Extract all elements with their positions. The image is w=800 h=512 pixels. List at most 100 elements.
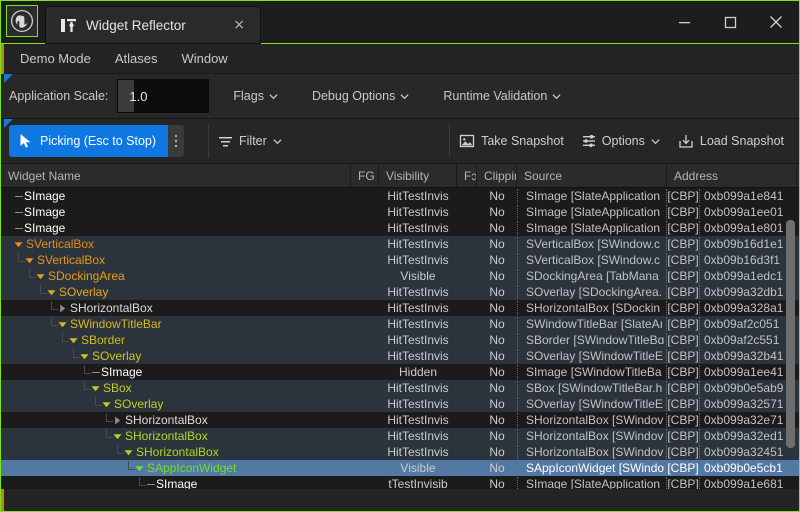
table-row[interactable]: SVerticalBox HitTestInvis No SVerticalBox [… xyxy=(1,252,799,268)
cell-widget-name[interactable]: SImage xyxy=(1,477,351,489)
cell-widget-name[interactable]: SOverlay xyxy=(1,349,351,363)
cell-widget-name[interactable]: SAppIconWidget xyxy=(1,461,351,475)
cell-source[interactable]: SOverlay [SDockingArea. xyxy=(517,285,667,299)
cell-widget-name[interactable]: SHorizontalBox xyxy=(1,301,351,315)
cell-source[interactable]: SHorizontalBox [SWindov xyxy=(517,413,667,427)
table-row[interactable]: SOverlay HitTestInvis No SOverlay [SWindowT… xyxy=(1,396,799,412)
table-row[interactable]: SImage HitTestInvis No SImage [SlateApplica… xyxy=(1,220,799,236)
cell-source[interactable]: SImage [SlateApplication xyxy=(517,477,667,489)
table-row[interactable]: SHorizontalBox HitTestInvis No SHorizontalB… xyxy=(1,300,799,316)
cell-source[interactable]: SBox [SWindowTitleBar.h xyxy=(517,381,667,395)
close-icon[interactable]: × xyxy=(230,16,248,34)
runtime-validation-label: Runtime Validation xyxy=(443,89,548,103)
cell-source[interactable]: SOverlay [SWindowTitleE xyxy=(517,397,667,411)
minimize-button[interactable] xyxy=(661,1,707,43)
cell-widget-name[interactable]: SVerticalBox xyxy=(1,237,351,251)
table-body[interactable]: SImage HitTestInvis No SImage [SlateApplica… xyxy=(1,188,799,489)
menu-item-atlases[interactable]: Atlases xyxy=(104,47,169,70)
table-row[interactable]: SImage HitTestInvis No SImage [SlateApplica… xyxy=(1,188,799,204)
cell-widget-name[interactable]: SHorizontalBox xyxy=(1,413,351,427)
column-header-visibility[interactable]: Visibility xyxy=(379,164,457,187)
column-header-address[interactable]: Address xyxy=(667,164,797,187)
column-header-source[interactable]: Source xyxy=(517,164,667,187)
cell-address: 0xb099a32ed1 xyxy=(704,429,784,443)
load-snapshot-button[interactable]: Load Snapshot xyxy=(669,127,793,155)
table-row[interactable]: SHorizontalBox HitTestInvis No SHorizontalB… xyxy=(1,428,799,444)
picking-options-button[interactable] xyxy=(168,125,185,157)
debug-options-menu-button[interactable]: Debug Options xyxy=(302,83,419,109)
cell-widget-name[interactable]: SHorizontalBox xyxy=(1,429,351,443)
table-row[interactable]: SAppIconWidget Visible No SAppIconWidget [S… xyxy=(1,460,799,476)
table-row[interactable]: SImage HitTestInvis No SImage [SlateApplica… xyxy=(1,204,799,220)
tree-elbow xyxy=(128,461,135,470)
tree-elbow xyxy=(84,381,91,390)
cell-widget-name[interactable]: SImage xyxy=(1,205,351,219)
image-icon xyxy=(459,134,475,148)
cell-widget-name[interactable]: SBorder xyxy=(1,333,351,347)
cell-widget-name[interactable]: SWindowTitleBar xyxy=(1,317,351,331)
cell-source[interactable]: SAppIconWidget [SWindo xyxy=(517,461,667,475)
cell-widget-name[interactable]: SOverlay xyxy=(1,397,351,411)
options-button[interactable]: Options xyxy=(573,128,669,155)
column-header-fg[interactable]: FG xyxy=(351,164,379,187)
tab-widget-reflector[interactable]: Widget Reflector × xyxy=(46,7,260,43)
cell-source[interactable]: SVerticalBox [SWindow.c xyxy=(517,253,667,267)
vertical-scrollbar[interactable] xyxy=(786,190,795,486)
table-row[interactable]: SOverlay HitTestInvis No SOverlay [SDocking… xyxy=(1,284,799,300)
widget-name-label: SBox xyxy=(103,381,132,395)
twisty-expanded-icon[interactable] xyxy=(13,239,24,250)
cell-cbp: [CBP] xyxy=(667,333,700,347)
cell-widget-name[interactable]: SImage xyxy=(1,221,351,235)
cell-source[interactable]: SHorizontalBox [SDockin xyxy=(517,301,667,315)
close-button[interactable] xyxy=(753,1,799,43)
picking-button[interactable]: Picking (Esc to Stop) xyxy=(9,125,169,157)
cell-widget-name[interactable]: SImage xyxy=(1,189,351,203)
cell-widget-name[interactable]: SHorizontalBox xyxy=(1,445,351,459)
table-row[interactable]: SImage Hidden No SImage [SWindowTitleBa [CBP… xyxy=(1,364,799,380)
cell-source[interactable]: SDockingArea [TabMana xyxy=(517,269,667,283)
scrollbar-thumb[interactable] xyxy=(786,220,795,448)
title-bar: Widget Reflector × xyxy=(1,1,799,44)
cell-source[interactable]: SImage [SlateApplication xyxy=(517,189,667,203)
table-row[interactable]: SHorizontalBox HitTestInvis No SHorizontalB… xyxy=(1,444,799,460)
application-scale-input[interactable]: 1.0 xyxy=(117,79,210,113)
cell-widget-name[interactable]: SDockingArea xyxy=(1,269,351,283)
cell-source[interactable]: SImage [SlateApplication xyxy=(517,205,667,219)
cell-address: 0xb09af2c051 xyxy=(704,317,780,331)
table-row[interactable]: SOverlay HitTestInvis No SOverlay [SWindowT… xyxy=(1,348,799,364)
flags-menu-button[interactable]: Flags xyxy=(223,83,288,109)
table-row[interactable]: SImage tTestInvisib No SImage [SlateApplica… xyxy=(1,476,799,489)
chevron-down-icon xyxy=(552,93,561,99)
cell-clipping: No xyxy=(489,445,505,459)
cell-widget-name[interactable]: SVerticalBox xyxy=(1,253,351,267)
table-row[interactable]: SDockingArea Visible No SDockingArea [TabMa… xyxy=(1,268,799,284)
table-row[interactable]: SWindowTitleBar HitTestInvis No SWindowTitl… xyxy=(1,316,799,332)
runtime-validation-menu-button[interactable]: Runtime Validation xyxy=(433,83,571,109)
cell-cbp: [CBP] xyxy=(667,413,700,427)
menu-item-window[interactable]: Window xyxy=(170,47,238,70)
cell-source[interactable]: SHorizontalBox [SWindov xyxy=(517,445,667,459)
cell-clipping: No xyxy=(489,189,505,203)
take-snapshot-button[interactable]: Take Snapshot xyxy=(450,127,573,155)
table-row[interactable]: SVerticalBox HitTestInvis No SVerticalBox [… xyxy=(1,236,799,252)
table-row[interactable]: SBorder HitTestInvis No SBorder [SWindowTit… xyxy=(1,332,799,348)
cell-source[interactable]: SWindowTitleBar [SlateAı xyxy=(517,317,667,331)
column-header-focusable[interactable]: Fɔ xyxy=(457,164,477,187)
cell-source[interactable]: SBorder [SWindowTitleBɑ xyxy=(517,333,667,347)
cell-source[interactable]: SOverlay [SWindowTitleE xyxy=(517,349,667,363)
cell-widget-name[interactable]: SImage xyxy=(1,365,351,379)
menu-item-demo-mode[interactable]: Demo Mode xyxy=(9,47,102,70)
cell-source[interactable]: SImage [SWindowTitleBa xyxy=(517,365,667,379)
cell-widget-name[interactable]: SOverlay xyxy=(1,285,351,299)
filter-button[interactable]: Filter xyxy=(209,128,291,155)
column-header-clipping[interactable]: Clippinɡ xyxy=(477,164,517,187)
column-header-widget-name[interactable]: Widget Name xyxy=(1,164,351,187)
cell-widget-name[interactable]: SBox xyxy=(1,381,351,395)
cell-source[interactable]: SVerticalBox [SWindow.c xyxy=(517,237,667,251)
table-row[interactable]: SBox HitTestInvis No SBox [SWindowTitleBar.… xyxy=(1,380,799,396)
table-row[interactable]: SHorizontalBox HitTestInvis No SHorizontalB… xyxy=(1,412,799,428)
maximize-button[interactable] xyxy=(707,1,753,43)
cell-source[interactable]: SImage [SlateApplication xyxy=(517,221,667,235)
cell-source[interactable]: SHorizontalBox [SWindov xyxy=(517,429,667,443)
cell-visibility: HitTestInvis xyxy=(387,397,449,411)
